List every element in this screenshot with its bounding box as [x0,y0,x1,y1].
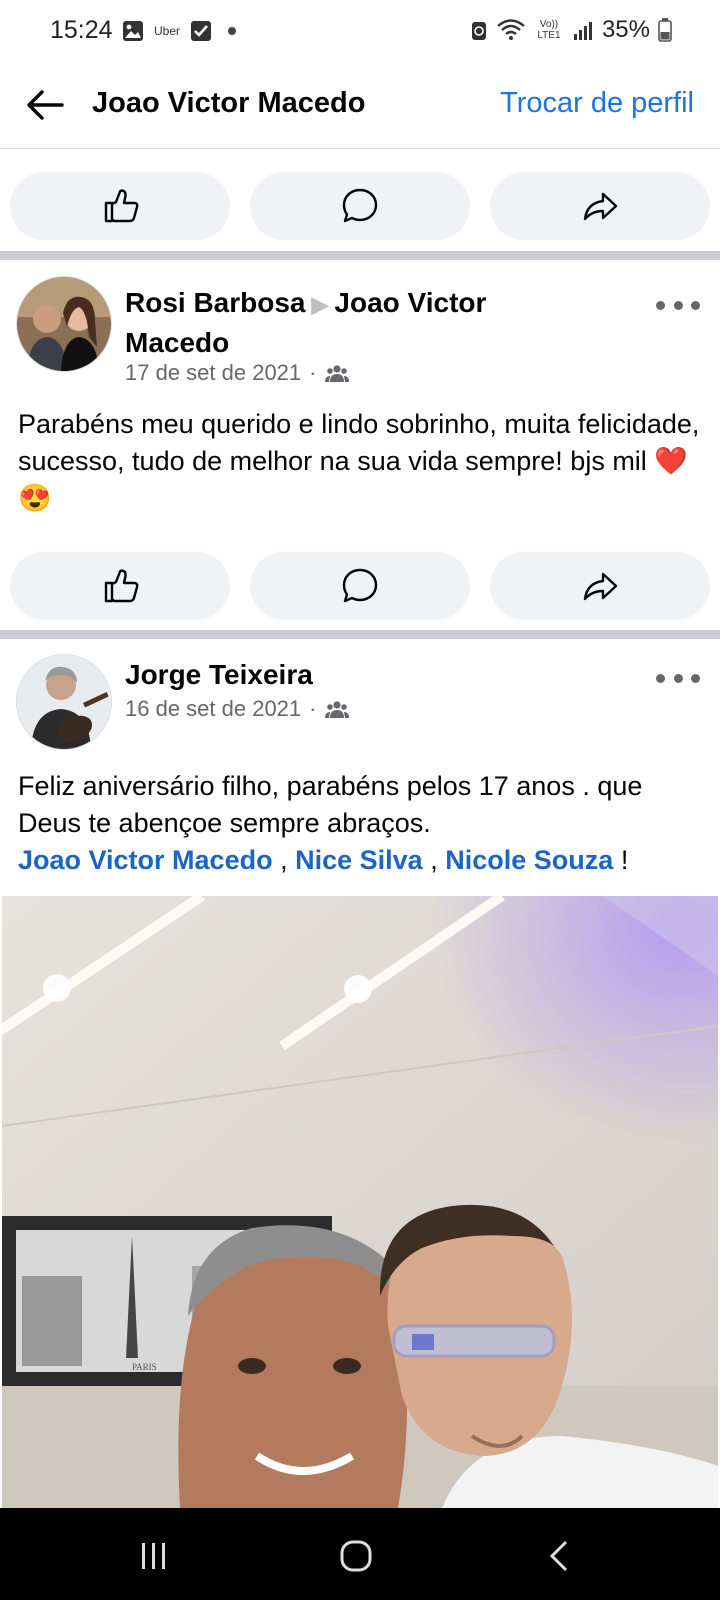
more-options-button[interactable] [656,293,700,317]
share-arrow-icon [583,192,618,221]
selfie-image: PARIS [2,896,718,1508]
mention-separator: , [430,845,438,875]
friends-icon [325,365,350,382]
mention-separator: , [280,845,288,875]
post-text: Feliz aniversário filho, parabéns pelos … [18,768,708,879]
avatar[interactable] [16,276,112,372]
like-button[interactable] [10,552,230,620]
uber-notification-label: Uber [154,24,181,38]
post-actions-rosi [0,552,720,622]
system-indicators: Vo)) LTE1 35% [470,16,672,44]
friends-icon [325,701,350,718]
meta-dot: · [309,696,317,721]
post-text: Parabéns meu querido e lindo sobrinho, m… [18,406,708,517]
photo-caption: PARIS [132,1362,157,1372]
back-arrow-icon [27,90,64,120]
back-nav-button[interactable] [530,1534,590,1578]
dot-icon [228,27,237,35]
avatar[interactable] [16,654,112,750]
post-body: Parabéns meu querido e lindo sobrinho, m… [18,409,700,476]
recent-apps-button[interactable] [124,1534,184,1578]
mention-link[interactable]: Joao Victor Macedo [18,845,273,875]
chevron-left-icon [549,1540,568,1572]
notification-icons: Uber [122,20,237,42]
app-bar: Joao Victor Macedo Trocar de perfil [0,62,720,149]
share-button[interactable] [490,552,710,620]
thumbs-up-icon [104,189,139,223]
share-arrow-icon [583,572,618,601]
direction-arrow-icon: ▶ [311,292,329,317]
post-meta: 17 de set de 2021 · [125,360,350,386]
home-icon [340,1540,372,1572]
wifi-icon [497,19,525,40]
post-separator [0,251,720,260]
comment-button[interactable] [250,552,470,620]
post-body: Feliz aniversário filho, parabéns pelos … [18,771,643,838]
post-photo[interactable]: PARIS [2,896,718,1508]
post-meta: 16 de set de 2021 · [125,696,350,722]
avatar-photo [17,277,111,371]
post-separator [0,630,720,639]
system-navigation-bar [0,1508,720,1600]
comment-bubble-icon [342,188,378,223]
battery-percent: 35% [601,16,650,43]
status-bar: 15:24 Uber Vo)) LTE1 35% [0,0,720,62]
home-button[interactable] [326,1534,386,1578]
status-time: 15:24 [50,16,113,44]
comment-bubble-icon [342,568,378,603]
checkbox-icon [191,21,212,41]
switch-profile-link[interactable]: Trocar de perfil [500,87,694,120]
post-date[interactable]: 17 de set de 2021 [125,360,301,386]
author-name[interactable]: Jorge Teixeira [125,659,313,690]
share-button[interactable] [490,172,710,240]
post-author-line: Rosi Barbosa ▶ Joao Victor Macedo [125,284,565,362]
post-actions-top [0,172,720,242]
like-button[interactable] [10,172,230,240]
meta-dot: · [309,360,317,385]
recycle-icon [471,22,486,40]
more-options-button[interactable] [656,666,700,690]
mention-link[interactable]: Nicole Souza [445,845,613,875]
battery-icon [658,18,672,42]
post-author-line: Jorge Teixeira [125,656,565,694]
page-title: Joao Victor Macedo [92,87,366,119]
avatar-photo [17,655,111,749]
post-date[interactable]: 16 de set de 2021 [125,696,301,722]
mention-end: ! [620,845,629,875]
comment-button[interactable] [250,172,470,240]
gallery-icon [123,21,143,41]
network-label: Vo)) LTE1 [537,19,561,41]
mention-link[interactable]: Nice Silva [295,845,423,875]
author-name[interactable]: Rosi Barbosa [125,287,306,318]
recent-apps-icon [142,1543,165,1569]
signal-icon [573,22,592,40]
thumbs-up-icon [104,569,139,603]
back-button[interactable] [22,82,68,128]
